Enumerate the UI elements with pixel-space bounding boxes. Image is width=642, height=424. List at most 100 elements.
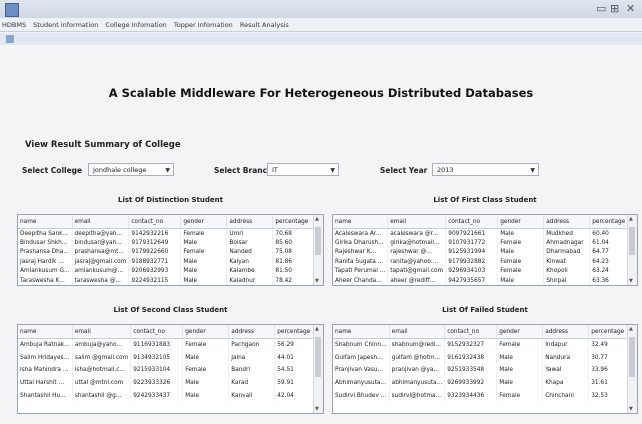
scroll-up-icon[interactable]: ▲ — [629, 216, 633, 222]
college-select[interactable]: Jondhale college ▼ — [88, 163, 174, 176]
scroll-thumb[interactable] — [315, 227, 321, 255]
table-row[interactable]: Deepitha Sank... deepitha@yah... 914293221… — [18, 228, 320, 239]
column-header[interactable]: gender — [496, 325, 544, 339]
scroll-thumb[interactable] — [629, 337, 635, 377]
column-header[interactable]: percentage — [272, 215, 320, 229]
failed-table[interactable]: name email contact_no gender address percenta… — [332, 324, 638, 414]
table-row[interactable]: Pranjivan Vasu... pranjivan @ya... 9251933… — [333, 364, 636, 377]
distinction-table[interactable]: name email contact_no gender address percenta… — [17, 214, 324, 286]
vertical-scrollbar[interactable]: ▲ ▼ — [627, 325, 637, 413]
menu-item-college-information[interactable]: College Infomation — [105, 21, 166, 29]
table-cell: Shirpal — [543, 275, 591, 285]
column-header[interactable]: contact_no — [445, 215, 499, 229]
table-cell: 9251933548 — [444, 364, 498, 377]
table-row[interactable]: Acaleswara Ar... acaleswara @r... 90979216… — [333, 228, 637, 239]
column-header[interactable]: contact_no — [130, 325, 184, 339]
menu-item-result-analysis[interactable]: Result Analysis — [240, 21, 289, 29]
year-select-value: 2013 — [437, 166, 454, 174]
table-cell: Amlankusum G... — [18, 266, 73, 276]
table-row[interactable]: Amlankusum G... amlankusum@... 9206932993 M… — [18, 266, 320, 276]
menu-item-topper-information[interactable]: Topper Infomation — [174, 21, 233, 29]
branch-select[interactable]: IT ▼ — [267, 163, 339, 176]
column-header[interactable]: email — [387, 215, 447, 229]
table-cell: Male — [497, 228, 545, 239]
table-cell: Ahmadnagar — [543, 238, 591, 248]
table-cell: Boisar — [226, 238, 274, 248]
scroll-thumb[interactable] — [315, 337, 321, 377]
app-icon — [5, 3, 19, 17]
table-cell: Yawal — [542, 364, 590, 377]
first-class-table[interactable]: name email contact_no gender address percenta… — [332, 214, 638, 286]
college-select-value: Jondhale college — [93, 166, 147, 174]
table-row[interactable]: Ambuja Ratnak... ambuja@yaho... 9116931883… — [18, 338, 322, 352]
table-row[interactable]: Taraswesha K... taraswesha @... 9224932115… — [18, 275, 320, 285]
table-row[interactable]: Aheer Chanda... aheer @rediff... 942793565… — [333, 275, 637, 285]
table-row[interactable]: Prashansa Dha... prashansa@mt... 917992266… — [18, 247, 320, 258]
table-row[interactable]: Abhimanyusuta... abhimanyusuta... 92699339… — [333, 376, 636, 390]
table-row[interactable]: Uttal Harshit ... uttal @mtnl.com 92239333… — [18, 376, 322, 390]
vertical-scrollbar[interactable]: ▲ ▼ — [313, 215, 323, 285]
maximize-icon[interactable]: ⊞ — [610, 2, 619, 15]
table-row[interactable]: Tapati Perumal ... tapati@gmail.com 929693… — [333, 266, 637, 276]
column-header[interactable]: name — [18, 215, 73, 229]
scroll-down-icon[interactable]: ▼ — [629, 278, 633, 284]
column-header[interactable]: address — [226, 215, 274, 229]
column-header[interactable]: gender — [180, 215, 228, 229]
table-cell: 9206932993 — [128, 266, 182, 276]
table-cell: Chinchani — [542, 389, 590, 402]
table-row[interactable]: Sudirvi Bhudev ... sudirvi@hotma... 932393… — [333, 389, 636, 402]
table-row[interactable]: Ranita Sugata ... ranita@yahoo.... 9179932… — [333, 257, 637, 267]
scroll-down-icon[interactable]: ▼ — [315, 278, 319, 284]
table-row[interactable]: Jasraj Hardik ... jasraj@gmail.com 9188932… — [18, 257, 320, 267]
close-icon[interactable]: ✕ — [626, 2, 635, 15]
column-header[interactable]: name — [18, 325, 73, 339]
column-header[interactable]: address — [228, 325, 276, 339]
table-row[interactable]: Rajeshwar K... rajeshwar @... 9125931994 Ma… — [333, 247, 637, 258]
column-header[interactable]: email — [72, 215, 130, 229]
menu-item-hdbms[interactable]: HDBMS — [2, 21, 26, 29]
table-row[interactable]: Bindusar Shkh... bindusar@yah... 917931264… — [18, 238, 320, 248]
column-header[interactable]: name — [333, 215, 389, 229]
table-row[interactable]: Isha Mahindra ... isha@hotmail.c... 921593… — [18, 364, 322, 377]
scroll-down-icon[interactable]: ▼ — [315, 406, 319, 412]
table-row[interactable]: Shabnum Chinn... shabnum@redi... 915293232… — [333, 338, 636, 352]
year-select[interactable]: 2013 ▼ — [432, 163, 539, 176]
table-cell: 85.60 — [272, 238, 320, 248]
table-row[interactable]: Salim Hridayes... salim @gmail.com 9134932… — [18, 351, 322, 365]
table-cell: Male — [182, 351, 230, 365]
column-header[interactable]: gender — [497, 215, 545, 229]
table-cell: 75.08 — [272, 247, 320, 258]
vertical-scrollbar[interactable]: ▲ ▼ — [627, 215, 637, 285]
column-header[interactable]: name — [333, 325, 390, 339]
scroll-up-icon[interactable]: ▲ — [629, 326, 633, 332]
column-header[interactable]: gender — [182, 325, 230, 339]
table-cell: deepitha@yah... — [72, 228, 130, 239]
table-cell: Female — [180, 228, 228, 239]
menu-item-student-information[interactable]: Student information — [33, 21, 98, 29]
column-header[interactable]: address — [542, 325, 590, 339]
table-row[interactable]: Gulfam Japesh... gulfam @hotm... 916193243… — [333, 351, 636, 365]
table-cell: Sudirvi Bhudev ... — [333, 389, 390, 402]
column-header[interactable]: contact_no — [444, 325, 498, 339]
second-class-caption: List Of Second Class Student — [113, 306, 228, 314]
scroll-thumb[interactable] — [629, 227, 635, 255]
table-cell: 9242933437 — [130, 389, 184, 402]
table-cell: Pachgaon — [228, 338, 276, 352]
table-cell: shantashil @g... — [72, 389, 132, 402]
table-cell: Rajeshwar K... — [333, 247, 389, 258]
scroll-up-icon[interactable]: ▲ — [315, 326, 319, 332]
column-header[interactable]: address — [543, 215, 591, 229]
column-header[interactable]: email — [72, 325, 132, 339]
table-row[interactable]: Shantashil Hu... shantashil @g... 92429334… — [18, 389, 322, 402]
column-header[interactable]: contact_no — [128, 215, 182, 229]
table-cell: 9188932771 — [128, 257, 182, 267]
table-row[interactable]: Girika Dharush... girika@hotmail... 910793… — [333, 238, 637, 248]
chevron-down-icon: ▼ — [530, 167, 535, 174]
second-class-table[interactable]: name email contact_no gender address percenta… — [17, 324, 324, 414]
scroll-up-icon[interactable]: ▲ — [315, 216, 319, 222]
scroll-down-icon[interactable]: ▼ — [629, 406, 633, 412]
column-header[interactable]: email — [389, 325, 446, 339]
minimize-icon[interactable]: ▭ — [596, 2, 606, 15]
table-cell: Isha Mahindra ... — [18, 364, 73, 377]
vertical-scrollbar[interactable]: ▲ ▼ — [313, 325, 323, 413]
